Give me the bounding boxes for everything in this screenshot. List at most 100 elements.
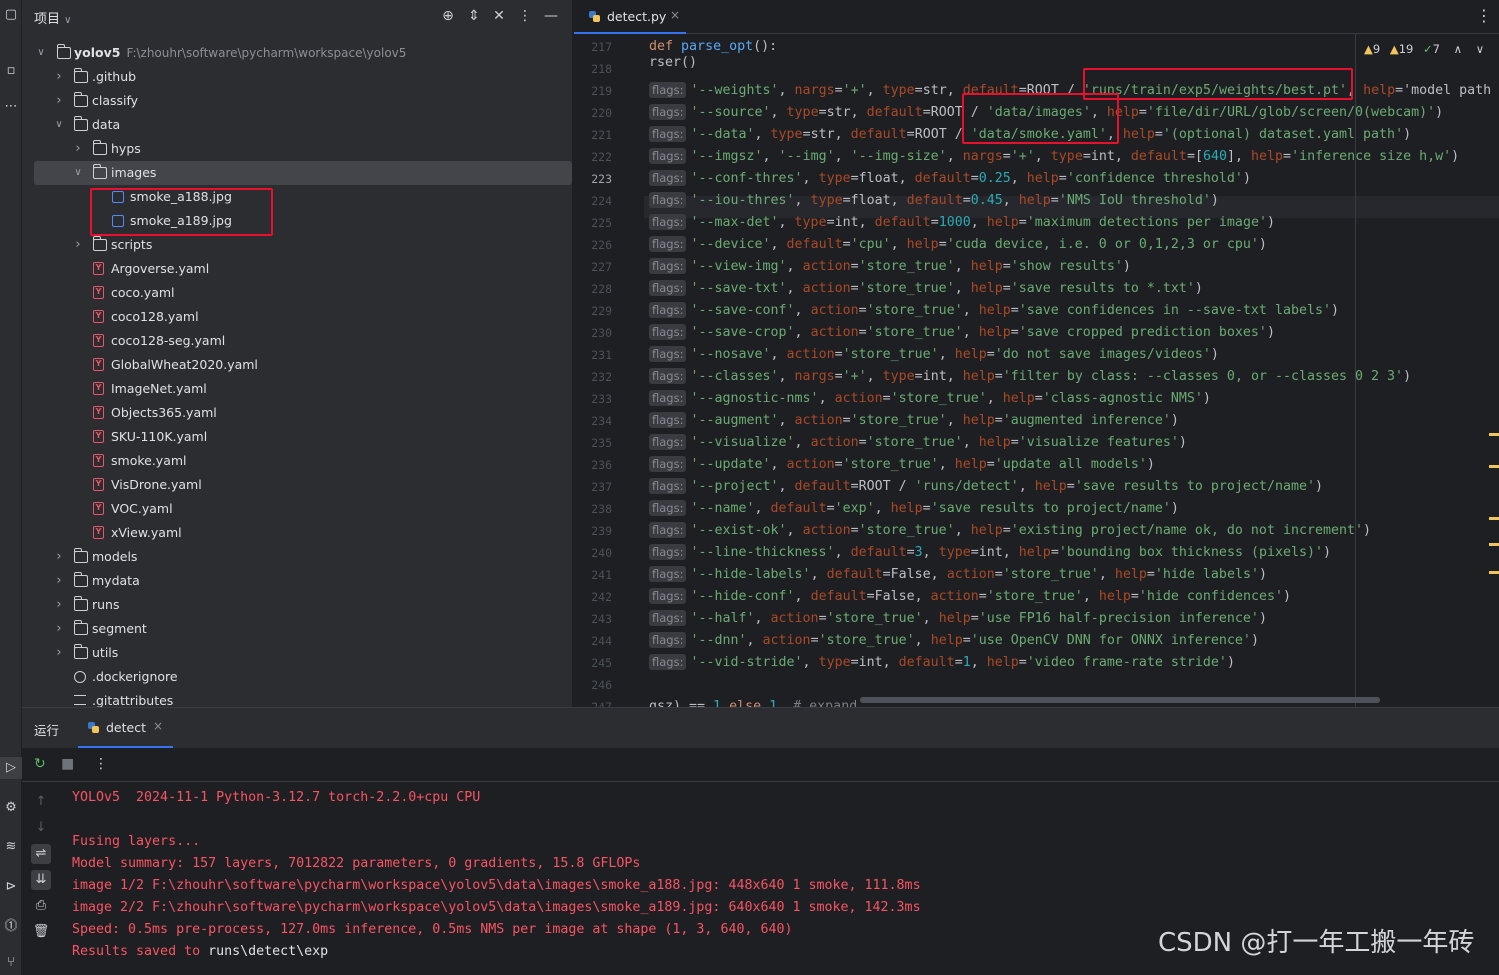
code-line[interactable]: flags: '--vid-stride', type=int, default=… [649, 652, 1235, 674]
soft-wrap-icon[interactable]: ⇌ [31, 844, 51, 864]
tree-item-images[interactable]: ∨ images [34, 161, 572, 185]
code-line[interactable]: flags: '--classes', nargs='+', type=int, … [649, 366, 1411, 388]
tree-item-xview-yaml[interactable]: YxView.yaml [22, 521, 572, 545]
project-tool-icon[interactable]: ▢ [0, 4, 22, 26]
scroll-to-end-icon[interactable]: ⇊ [31, 870, 51, 890]
chevron-down-icon[interactable]: ∨ [53, 113, 65, 137]
tree-item-hyps[interactable]: › hyps [22, 137, 572, 161]
code-line[interactable]: flags: '--visualize', action='store_true'… [649, 432, 1187, 454]
collapse-all-icon[interactable]: ✕ [490, 7, 508, 25]
error-stripe-mark[interactable] [1489, 571, 1499, 574]
print-icon[interactable]: ⎙ [31, 896, 51, 916]
run-tab-close-icon[interactable]: × [153, 719, 163, 733]
code-line[interactable]: flags: '--hide-conf', default=False, acti… [649, 586, 1291, 608]
code-line[interactable]: flags: '--imgsz', '--img', '--img-size', … [649, 146, 1459, 168]
chevron-right-icon[interactable]: › [53, 593, 65, 617]
chevron-right-icon[interactable]: › [53, 617, 65, 641]
structure-tool-icon[interactable]: ▫ [0, 60, 22, 82]
code-line[interactable]: rser() [649, 52, 697, 74]
tree-item-voc-yaml[interactable]: Y VOC.yaml [22, 497, 572, 521]
code-line[interactable]: flags: '--device', default='cpu', help='c… [649, 234, 1267, 256]
run-tab-detect[interactable]: detect × [78, 708, 173, 748]
locate-icon[interactable]: ⊕ [439, 7, 457, 25]
code-line[interactable]: flags: '--data', type=str, default=ROOT /… [649, 124, 1411, 146]
tree-item-utils[interactable]: › utils [22, 641, 572, 665]
run-tool-icon[interactable]: ▷ [0, 757, 22, 779]
tab-detect-py[interactable]: detect.py × [574, 0, 686, 34]
code-line[interactable]: flags: '--project', default=ROOT / 'runs/… [649, 476, 1323, 498]
chevron-right-icon[interactable]: › [53, 569, 65, 593]
tree-item-dockerignore[interactable]: .dockerignore [22, 665, 572, 689]
options-icon[interactable]: ⋮ [516, 7, 534, 25]
layers-tool-icon[interactable]: ≋ [0, 836, 22, 858]
code-line[interactable]: flags: '--hide-labels', default=False, ac… [649, 564, 1267, 586]
tree-item-argoverse-yaml[interactable]: Y Argoverse.yaml [22, 257, 572, 281]
code-line[interactable]: flags: '--half', action='store_true', hel… [649, 608, 1267, 630]
tree-item-smoke-yaml[interactable]: Ysmoke.yaml [22, 449, 572, 473]
tree-item-visdrone-yaml[interactable]: Y VisDrone.yaml [22, 473, 572, 497]
tree-item-classify[interactable]: › classify [22, 89, 572, 113]
tree-item-yolov5[interactable]: ∨ yolov5 F:\zhouhr\software\pycharm\worksp… [22, 41, 572, 65]
tree-item-models[interactable]: › models [22, 545, 572, 569]
inspection-widget[interactable]: ▲9 ▲19 ✓7 ∧ ∨ [1364, 42, 1484, 56]
chevron-right-icon[interactable]: › [53, 65, 65, 89]
tree-item-segment[interactable]: › segment [22, 617, 572, 641]
chevron-right-icon[interactable]: › [53, 641, 65, 665]
expand-all-icon[interactable]: ⇕ [465, 7, 483, 25]
tree-item-smoke-a188-jpg[interactable]: smoke_a188.jpg [22, 185, 572, 209]
tree-item-gitattributes[interactable]: .gitattributes [22, 689, 572, 707]
code-line[interactable]: flags: '--update', action='store_true', h… [649, 454, 1155, 476]
stop-icon[interactable]: ■ [61, 756, 74, 772]
code-line[interactable]: flags: '--exist-ok', action='store_true',… [649, 520, 1371, 542]
code-line[interactable]: flags: '--view-img', action='store_true',… [649, 256, 1131, 278]
code-line[interactable]: flags: '--augment', action='store_true', … [649, 410, 1179, 432]
tree-item-coco-yaml[interactable]: Ycoco.yaml [22, 281, 572, 305]
code-view[interactable]: def parse_opt(): rser() flags: '--weights',… [644, 34, 1499, 707]
rerun-icon[interactable]: ↻ [34, 756, 46, 772]
chevron-up-icon[interactable]: ∧ [1454, 42, 1462, 56]
tree-item-mydata[interactable]: › mydata [22, 569, 572, 593]
code-line[interactable]: flags: '--agnostic-nms', action='store_tr… [649, 388, 1211, 410]
code-line[interactable]: flags: '--weights', nargs='+', type=str, … [649, 80, 1491, 102]
error-stripe-mark[interactable] [1489, 433, 1499, 436]
code-line[interactable]: flags: '--dnn', action='store_true', help… [649, 630, 1259, 652]
error-stripe-mark[interactable] [1489, 543, 1499, 546]
chevron-right-icon[interactable]: › [72, 137, 84, 161]
tree-item-runs[interactable]: › runs [22, 593, 572, 617]
tree-item-imagenet-yaml[interactable]: Y ImageNet.yaml [22, 377, 572, 401]
chevron-down-icon[interactable]: ∨ [72, 161, 84, 185]
tree-item-objects365-yaml[interactable]: Y Objects365.yaml [22, 401, 572, 425]
editor-horizontal-scrollbar[interactable] [860, 697, 1380, 703]
arrow-up-icon[interactable]: ↑ [31, 792, 51, 812]
tree-item-smoke-a189-jpg[interactable]: smoke_a189.jpg [22, 209, 572, 233]
tab-more-icon[interactable]: ⋮ [1476, 6, 1492, 25]
code-line[interactable]: flags: '--save-conf', action='store_true'… [649, 300, 1339, 322]
error-stripe-mark[interactable] [1489, 465, 1499, 468]
tree-item-github[interactable]: › .github [22, 65, 572, 89]
tab-close-icon[interactable]: × [670, 8, 680, 22]
terminal-tool-icon[interactable]: ⊳ [0, 876, 22, 898]
tree-item-globalwheat2020-yaml[interactable]: Y GlobalWheat2020.yaml [22, 353, 572, 377]
tree-item-scripts[interactable]: › scripts [22, 233, 572, 257]
chevron-down-icon[interactable]: ∨ [35, 41, 47, 65]
arrow-down-icon[interactable]: ↓ [31, 818, 51, 838]
chevron-right-icon[interactable]: › [53, 89, 65, 113]
project-panel-title[interactable]: 项目 ∨ [34, 8, 71, 27]
tree-item-data[interactable]: ∨ data [22, 113, 572, 137]
code-line[interactable]: flags: '--iou-thres', type=float, default… [649, 190, 1219, 212]
code-line[interactable]: flags: '--name', default='exp', help='sav… [649, 498, 1179, 520]
code-line[interactable]: flags: '--source', type=str, default=ROOT… [649, 102, 1443, 124]
code-line[interactable]: flags: '--conf-thres', type=float, defaul… [649, 168, 1251, 190]
tree-item-coco128-yaml[interactable]: Ycoco128.yaml [22, 305, 572, 329]
code-line[interactable]: flags: '--save-crop', action='store_true'… [649, 322, 1275, 344]
hide-icon[interactable]: — [542, 7, 560, 25]
more-options-icon[interactable]: ⋮ [94, 756, 108, 772]
tree-item-coco128-seg-yaml[interactable]: Ycoco128-seg.yaml [22, 329, 572, 353]
error-stripe-mark[interactable] [1489, 517, 1499, 520]
trash-icon[interactable]: 🗑 [31, 922, 51, 942]
code-line[interactable]: flags: '--nosave', action='store_true', h… [649, 344, 1219, 366]
chevron-right-icon[interactable]: › [53, 545, 65, 569]
more-tools-icon[interactable]: ⋯ [0, 96, 22, 118]
problems-tool-icon[interactable]: ⓵ [0, 916, 22, 938]
services-tool-icon[interactable]: ⚙ [0, 797, 22, 819]
